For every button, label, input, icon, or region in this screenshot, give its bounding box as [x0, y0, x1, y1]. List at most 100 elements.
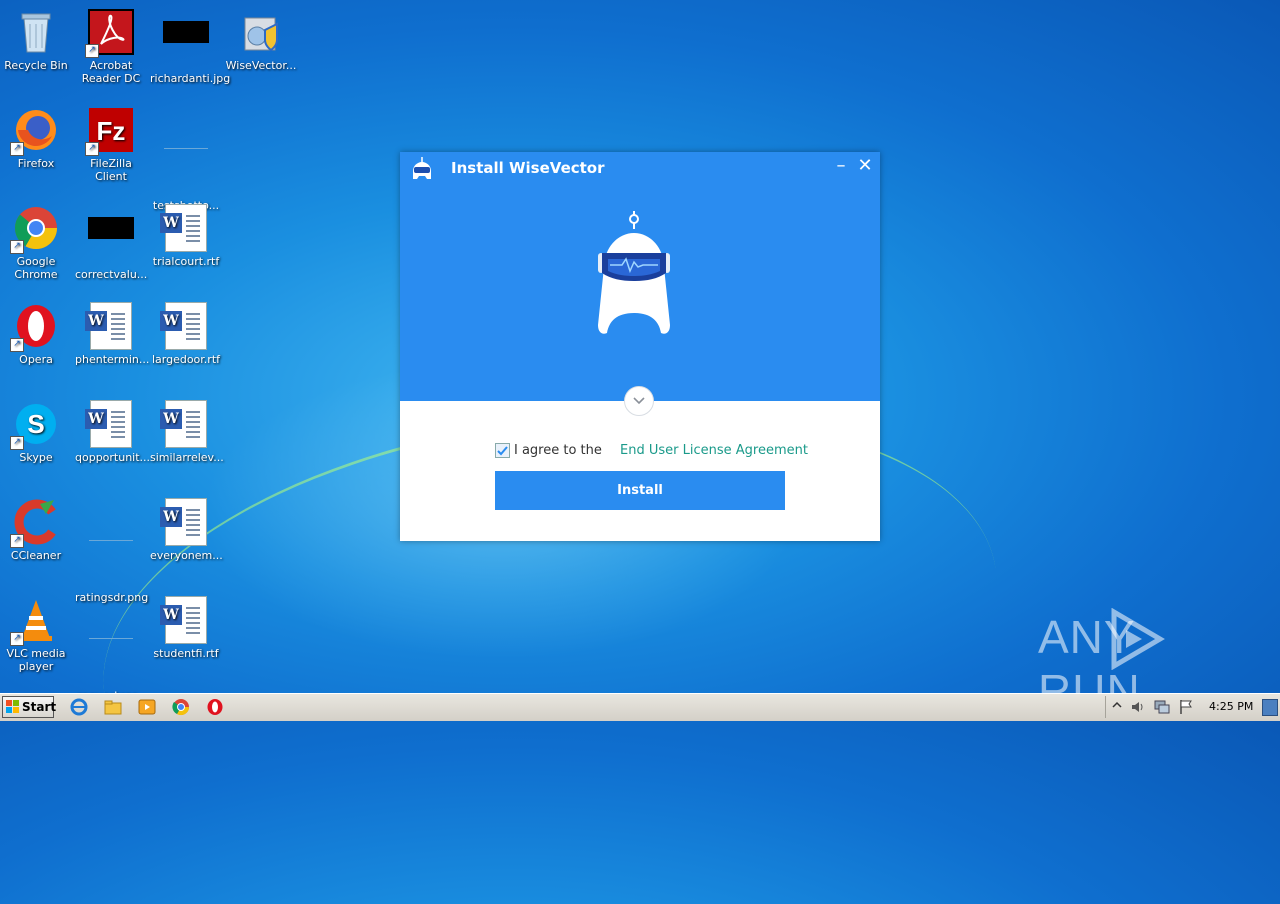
desktop-icon-wisevector-setup[interactable]: WiseVector...	[225, 8, 297, 72]
eula-link[interactable]: End User License Agreement	[620, 443, 808, 458]
word-document-icon: W	[160, 302, 210, 350]
desktop-icon-label: phentermin...	[75, 353, 150, 366]
internet-explorer-icon[interactable]	[70, 698, 88, 716]
acrobat-icon: ↗	[85, 8, 135, 58]
firefox-icon: ↗	[10, 106, 60, 156]
desktop-icon-label: Firefox	[17, 157, 55, 170]
desktop-icon-label: Acrobat Reader DC	[81, 59, 141, 85]
desktop-icon-label: richardanti.jpg	[150, 72, 231, 85]
image-file-icon	[162, 21, 210, 69]
desktop-icon-label: largedoor.rtf	[151, 353, 221, 366]
desktop-icon-label: qopportunit...	[75, 451, 151, 464]
network-icon[interactable]	[1154, 699, 1170, 715]
shortcut-arrow-icon: ↗	[10, 436, 24, 450]
taskbar: Start 4:25 PM	[0, 693, 1280, 721]
desktop-icon-testsbotto[interactable]: testsbotto...	[150, 106, 222, 212]
system-tray: 4:25 PM	[1105, 696, 1280, 718]
filezilla-icon: Fz ↗	[85, 106, 135, 156]
agree-checkbox[interactable]	[495, 443, 510, 458]
desktop-icon-filezilla[interactable]: Fz ↗ FileZilla Client	[75, 106, 147, 183]
installer-icon	[237, 8, 285, 56]
clock[interactable]: 4:25 PM	[1209, 700, 1253, 713]
shortcut-arrow-icon: ↗	[10, 632, 24, 646]
desktop-icon-opera[interactable]: ↗ Opera	[0, 302, 72, 366]
show-desktop-button[interactable]	[1262, 699, 1278, 716]
shortcut-arrow-icon: ↗	[10, 534, 24, 548]
close-button[interactable]: ✕	[857, 156, 873, 176]
desktop-icon-everyonem[interactable]: W everyonem...	[150, 498, 223, 562]
desktop-icon-largedoor[interactable]: W largedoor.rtf	[150, 302, 222, 366]
vlc-cone-icon: ↗	[10, 596, 60, 646]
show-hidden-icons-icon[interactable]	[1112, 700, 1122, 712]
desktop-icon-correctvalu[interactable]: correctvalu...	[75, 204, 147, 281]
desktop-icon-chrome[interactable]: ↗ Google Chrome	[0, 204, 72, 281]
checkmark-icon	[497, 446, 508, 456]
desktop-icon-qopportunit[interactable]: W qopportunit...	[75, 400, 151, 464]
skype-icon: S ↗	[10, 400, 60, 450]
desktop-icon-ratingsdr[interactable]: ratingsdr.png	[75, 498, 148, 604]
file-explorer-icon[interactable]	[104, 698, 122, 716]
ccleaner-icon: ↗	[10, 498, 60, 548]
desktop-icon-label: correctvalu...	[75, 268, 148, 281]
wisevector-logo-icon	[410, 157, 436, 185]
start-label: Start	[22, 700, 57, 714]
chrome-icon: ↗	[10, 204, 60, 254]
desktop-icon-requestcar[interactable]: requestcar...	[75, 596, 147, 702]
desktop-icon-trialcourt[interactable]: W trialcourt.rtf	[150, 204, 222, 268]
play-icon	[1111, 608, 1165, 670]
desktop-icon-label: CCleaner	[10, 549, 62, 562]
media-player-icon[interactable]	[138, 698, 156, 716]
word-document-icon: W	[160, 498, 210, 546]
opera-taskbar-icon[interactable]	[206, 698, 224, 716]
desktop-icon-ccleaner[interactable]: ↗ CCleaner	[0, 498, 72, 562]
svg-text:S: S	[27, 409, 44, 439]
chevron-down-icon	[633, 397, 645, 405]
word-document-icon: W	[85, 400, 135, 448]
dialog-title: Install WiseVector	[451, 159, 605, 177]
minimize-button[interactable]: –	[833, 156, 849, 176]
desktop-icon-label: Recycle Bin	[4, 59, 68, 72]
desktop-icon-similarrelev[interactable]: W similarrelev...	[150, 400, 224, 464]
image-file-icon	[87, 540, 135, 588]
image-file-icon	[162, 148, 210, 196]
word-document-icon: W	[85, 302, 135, 350]
desktop-icon-acrobat[interactable]: ↗ Acrobat Reader DC	[75, 8, 147, 85]
action-center-flag-icon[interactable]	[1178, 699, 1194, 715]
word-document-icon: W	[160, 400, 210, 448]
image-file-icon	[87, 638, 135, 686]
recycle-bin-icon	[12, 8, 60, 56]
word-document-icon: W	[160, 204, 210, 252]
desktop-icon-richardanti[interactable]: richardanti.jpg	[150, 8, 231, 85]
expand-options-button[interactable]	[624, 386, 654, 416]
svg-text:Fz: Fz	[97, 116, 126, 146]
desktop-icon-vlc[interactable]: ↗ VLC media player	[0, 596, 72, 673]
desktop-icon-label: VLC media player	[6, 647, 66, 673]
desktop-icon-recycle-bin[interactable]: Recycle Bin	[0, 8, 72, 72]
desktop-icon-firefox[interactable]: ↗ Firefox	[0, 106, 72, 170]
start-button[interactable]: Start	[2, 696, 57, 718]
desktop-icon-skype[interactable]: S ↗ Skype	[0, 400, 72, 464]
desktop-icon-label: Opera	[19, 353, 53, 366]
image-file-icon	[87, 217, 135, 265]
word-document-icon: W	[160, 596, 210, 644]
desktop-icon-label: Skype	[19, 451, 53, 464]
install-button[interactable]: Install	[495, 471, 785, 510]
desktop-icon-label: similarrelev...	[150, 451, 224, 464]
shortcut-arrow-icon: ↗	[10, 240, 24, 254]
desktop-icon-label: trialcourt.rtf	[152, 255, 220, 268]
robot-mascot-icon	[587, 207, 687, 342]
desktop-icon-label: studentfi.rtf	[153, 647, 219, 660]
chrome-taskbar-icon[interactable]	[172, 698, 190, 716]
desktop-icon-label: WiseVector...	[225, 59, 297, 72]
install-dialog: Install WiseVector – ✕ I agree to the En…	[400, 152, 880, 541]
speaker-icon[interactable]	[1130, 699, 1146, 715]
shortcut-arrow-icon: ↗	[10, 142, 24, 156]
opera-icon: ↗	[10, 302, 60, 352]
shortcut-arrow-icon: ↗	[85, 44, 99, 58]
desktop-icon-phentermin[interactable]: W phentermin...	[75, 302, 150, 366]
desktop-icon-studentfi[interactable]: W studentfi.rtf	[150, 596, 222, 660]
desktop-icon-label: everyonem...	[150, 549, 223, 562]
agree-label: I agree to the	[514, 443, 602, 458]
shortcut-arrow-icon: ↗	[85, 142, 99, 156]
desktop-icon-label: Google Chrome	[14, 255, 58, 281]
